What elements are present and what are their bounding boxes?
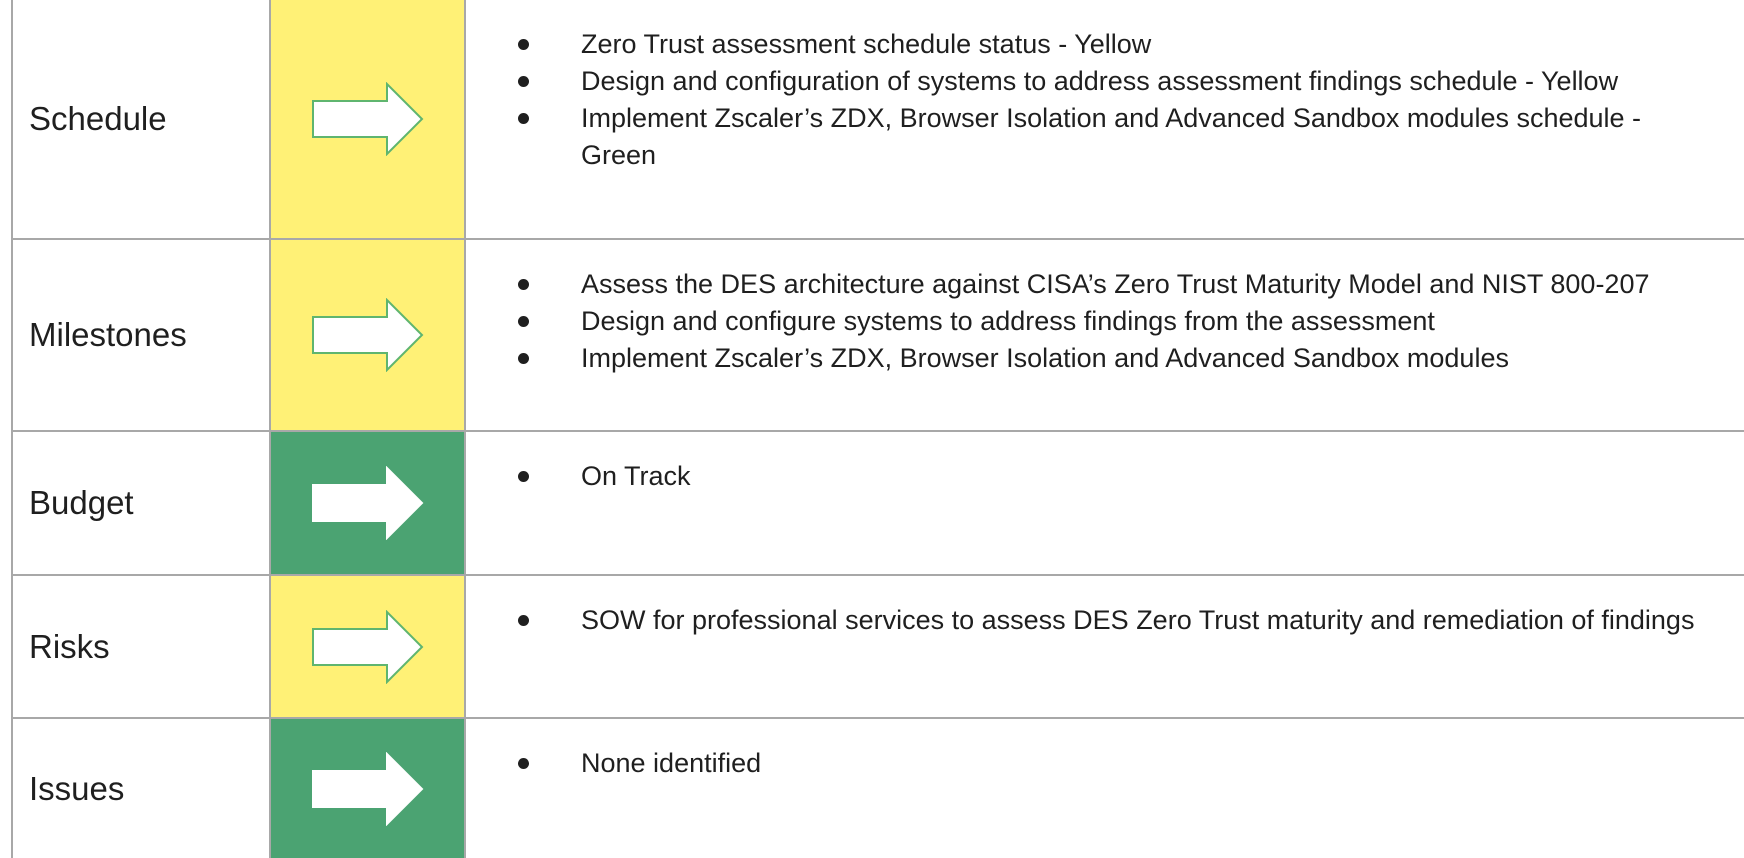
bullet-item: On Track [466, 458, 1714, 495]
bullet-list: Assess the DES architecture against CISA… [466, 266, 1714, 377]
right-arrow-icon [311, 82, 423, 156]
bullet-item: Implement Zscaler’s ZDX, Browser Isolati… [466, 340, 1714, 377]
right-arrow-icon [311, 466, 423, 540]
right-arrow-icon [311, 751, 423, 826]
row-schedule: Schedule Zero Trust assessment schedule … [11, 0, 1744, 240]
bullet-list: SOW for professional services to assess … [466, 602, 1714, 639]
bullet-item: Design and configuration of systems to a… [466, 63, 1714, 100]
status-cell [269, 574, 466, 719]
bullet-item: Assess the DES architecture against CISA… [466, 266, 1714, 303]
row-label: Schedule [11, 0, 271, 240]
arrow-shape [311, 751, 423, 826]
bullet-list: On Track [466, 458, 1714, 495]
bullet-list: None identified [466, 745, 1714, 782]
bullet-list: Zero Trust assessment schedule status - … [466, 26, 1714, 174]
right-arrow-icon [311, 609, 423, 684]
details-cell: SOW for professional services to assess … [464, 574, 1744, 719]
arrow-shape [311, 82, 423, 156]
bullet-item: Design and configure systems to address … [466, 303, 1714, 340]
details-cell: Zero Trust assessment schedule status - … [464, 0, 1744, 240]
status-cell [269, 238, 466, 432]
bullet-item: None identified [466, 745, 1714, 782]
row-label: Risks [11, 574, 271, 719]
row-risks: Risks SOW for professional services to a… [11, 574, 1744, 719]
status-cell [269, 717, 466, 858]
status-table: Schedule Zero Trust assessment schedule … [11, 0, 1744, 858]
details-cell: None identified [464, 717, 1744, 858]
row-label: Issues [11, 717, 271, 858]
row-label: Budget [11, 430, 271, 576]
row-label: Milestones [11, 238, 271, 432]
row-budget: Budget On Track [11, 430, 1744, 576]
details-cell: On Track [464, 430, 1744, 576]
arrow-shape [311, 466, 423, 540]
details-cell: Assess the DES architecture against CISA… [464, 238, 1744, 432]
bullet-item: Implement Zscaler’s ZDX, Browser Isolati… [466, 100, 1714, 174]
row-milestones: Milestones Assess the DES architecture a… [11, 238, 1744, 432]
bullet-item: SOW for professional services to assess … [466, 602, 1714, 639]
right-arrow-icon [311, 298, 423, 372]
status-cell [269, 430, 466, 576]
status-cell [269, 0, 466, 240]
row-issues: Issues None identified [11, 717, 1744, 858]
arrow-shape [311, 609, 423, 684]
bullet-item: Zero Trust assessment schedule status - … [466, 26, 1714, 63]
arrow-shape [311, 298, 423, 372]
